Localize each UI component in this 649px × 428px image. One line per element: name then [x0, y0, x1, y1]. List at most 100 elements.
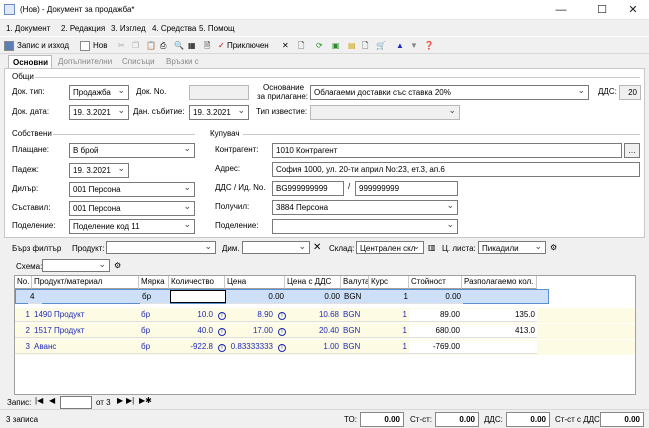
dim-select[interactable]: [242, 241, 310, 254]
row-unit[interactable]: бр: [139, 309, 169, 322]
table-row[interactable]: 3 Аванс бр -922.8 ! 0.83333333 ! 1.00 BG…: [15, 340, 635, 355]
id-no-input[interactable]: 999999999: [355, 181, 458, 196]
col-price[interactable]: Цена: [225, 276, 285, 289]
contractor-input[interactable]: 1010 Контрагент: [272, 143, 622, 158]
row-price[interactable]: 8.90: [225, 309, 275, 322]
cancel-icon[interactable]: ✕: [282, 39, 289, 53]
payment-select[interactable]: В брой: [69, 143, 195, 158]
address-input[interactable]: София 1000, ул. 20-ти април No:23, ет.3,…: [272, 162, 640, 177]
store-options-icon[interactable]: ▥: [428, 243, 436, 252]
col-unit[interactable]: Мярка: [139, 276, 169, 289]
row-qty[interactable]: 10.0: [169, 309, 215, 322]
next-record-button[interactable]: ▶: [117, 396, 123, 405]
basis-select[interactable]: Облагаеми доставки със ставка 20%: [310, 85, 589, 100]
scheme-select[interactable]: [42, 259, 110, 272]
prev-record-button[interactable]: ◀: [49, 396, 55, 405]
price-list-select[interactable]: Пикадили: [478, 241, 546, 254]
table-row[interactable]: 2 1517 Продукт бр 40.0 ! 17.00 ! 20.40 B…: [15, 324, 635, 339]
refresh-icon[interactable]: ⟳: [316, 39, 323, 53]
row-currency[interactable]: BGN: [341, 341, 369, 354]
author-select[interactable]: 001 Персона: [69, 201, 195, 216]
row-rate[interactable]: 1: [369, 325, 409, 338]
row-rate[interactable]: 1: [369, 309, 409, 322]
edit-row[interactable]: 4 бр 0.00 0.00 BGN 1 0.00: [15, 289, 549, 304]
receiver-select[interactable]: 3884 Персона: [272, 200, 458, 215]
row-price-vat[interactable]: 1.00: [285, 341, 341, 354]
menu-tools[interactable]: 4. Средства: [152, 24, 196, 33]
insert-icon[interactable]: ▣: [332, 39, 340, 53]
clear-filter-icon[interactable]: ✕: [313, 242, 321, 253]
tab-links[interactable]: Връзки с документи: [162, 55, 209, 79]
tab-additional[interactable]: Допълнителни: [54, 55, 116, 69]
tab-basic[interactable]: Основни: [8, 55, 52, 69]
col-qty[interactable]: Количество: [169, 276, 225, 289]
col-value[interactable]: Стойност: [409, 276, 462, 289]
document-icon[interactable]: 🗎: [204, 39, 210, 53]
edit-unit[interactable]: бр: [140, 291, 170, 304]
col-rate[interactable]: Курс: [369, 276, 409, 289]
notice-select[interactable]: [310, 105, 460, 120]
row-currency[interactable]: BGN: [341, 325, 369, 338]
doc-date-picker[interactable]: 19. 3.2021: [69, 105, 129, 120]
col-price-vat[interactable]: Цена с ДДС: [285, 276, 341, 289]
col-currency[interactable]: Валута: [341, 276, 369, 289]
row-currency[interactable]: BGN: [341, 309, 369, 322]
col-no[interactable]: No.: [15, 276, 32, 289]
print-icon[interactable]: ⎙: [160, 39, 166, 53]
minimize-button[interactable]: —: [554, 3, 568, 17]
cut-icon[interactable]: ✂: [118, 39, 125, 53]
close-doc-button[interactable]: ✓ Приключен: [218, 39, 269, 53]
help-icon[interactable]: ❓: [424, 39, 434, 53]
save-exit-button[interactable]: Запис и изход: [4, 39, 69, 53]
new-record-button[interactable]: ▶✱: [139, 396, 152, 405]
due-date-picker[interactable]: 19. 3.2021: [69, 163, 129, 178]
folder-icon[interactable]: ▤: [348, 39, 356, 53]
close-button[interactable]: ✕: [626, 3, 640, 17]
page-icon[interactable]: 🗋: [362, 39, 368, 53]
edit-price[interactable]: 0.00: [226, 291, 286, 304]
record-number-input[interactable]: [60, 396, 92, 409]
doc-type-select[interactable]: Продажба: [69, 85, 129, 100]
row-price-vat[interactable]: 10.68: [285, 309, 341, 322]
menu-edit[interactable]: 2. Редакция: [61, 24, 105, 33]
row-price[interactable]: 17.00: [225, 325, 275, 338]
menu-document[interactable]: 1. Документ: [6, 24, 50, 33]
cart-icon[interactable]: 🛒: [376, 39, 386, 53]
row-rate[interactable]: 1: [369, 341, 409, 354]
row-product[interactable]: Аванс: [32, 341, 139, 354]
first-record-button[interactable]: |◀: [35, 396, 43, 405]
tab-lists[interactable]: Списъци: [118, 55, 159, 69]
row-unit[interactable]: бр: [139, 325, 169, 338]
row-product[interactable]: 1490 Продукт: [32, 309, 139, 322]
doc-no-input[interactable]: [189, 85, 249, 100]
product-filter-select[interactable]: [106, 241, 216, 254]
row-unit[interactable]: бр: [139, 341, 169, 354]
edit-currency[interactable]: BGN: [342, 291, 370, 304]
blank-page-icon[interactable]: 🗋: [298, 39, 304, 53]
grid-icon[interactable]: ▦: [188, 39, 196, 53]
store-select[interactable]: Централен скл: [356, 241, 424, 254]
paste-icon[interactable]: 📋: [146, 39, 156, 53]
edit-rate[interactable]: 1: [370, 291, 410, 304]
edit-qty-input[interactable]: [170, 290, 226, 303]
menu-view[interactable]: 3. Изглед: [111, 24, 146, 33]
row-qty[interactable]: -922.8: [169, 341, 215, 354]
division-select[interactable]: Поделение код 11: [69, 219, 195, 234]
edit-price-vat[interactable]: 0.00: [286, 291, 342, 304]
new-button[interactable]: Нов: [80, 39, 107, 53]
vat-id-input[interactable]: BG999999999: [272, 181, 344, 196]
scheme-options-icon[interactable]: ⚙: [114, 261, 121, 270]
buyer-division-select[interactable]: [272, 219, 458, 234]
col-product[interactable]: Продукт/материал: [32, 276, 139, 289]
price-list-options-icon[interactable]: ⚙: [550, 243, 557, 252]
arrow-up-icon[interactable]: ▲: [396, 39, 404, 53]
col-available[interactable]: Разполагаемо кол.: [462, 276, 537, 289]
row-qty[interactable]: 40.0: [169, 325, 215, 338]
row-price-vat[interactable]: 20.40: [285, 325, 341, 338]
maximize-button[interactable]: ☐: [595, 3, 609, 17]
copy-icon[interactable]: ❐: [132, 39, 139, 53]
last-record-button[interactable]: ▶|: [126, 396, 134, 405]
table-row[interactable]: 1 1490 Продукт бр 10.0 ! 8.90 ! 10.68 BG…: [15, 308, 635, 323]
contractor-browse-button[interactable]: …: [624, 143, 640, 158]
row-price[interactable]: 0.83333333: [225, 341, 275, 354]
